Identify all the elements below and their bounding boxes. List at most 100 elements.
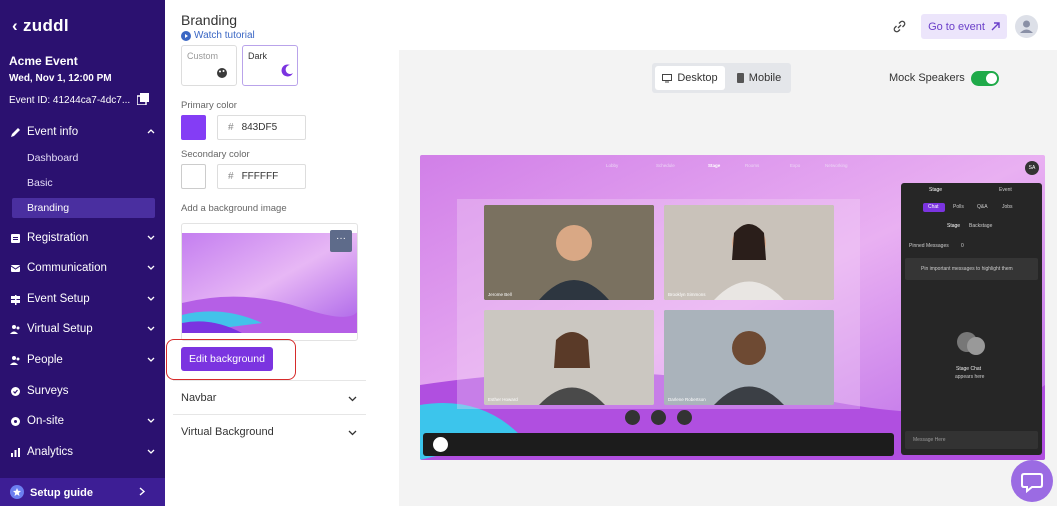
stage-nav-rooms[interactable]: Rooms — [745, 163, 759, 168]
go-to-event-button[interactable]: Go to event — [921, 14, 1007, 39]
chat-tab-stage[interactable]: Stage — [929, 187, 942, 193]
volume-icon[interactable] — [433, 437, 448, 452]
speaker-name: Darlene Robertson — [668, 397, 706, 402]
stage-chat-panel: Stage Event Chat Polls Q&A Jobs Stage Ba… — [901, 183, 1042, 455]
chevron-right-icon — [139, 487, 146, 496]
pinned-messages-label: Pinned Messages — [909, 243, 949, 249]
accordion-navbar[interactable]: Navbar — [173, 380, 366, 414]
branding-panel: Branding Watch tutorial Custom Dark Prim… — [165, 0, 399, 506]
chat-filter-backstage[interactable]: Backstage — [969, 223, 992, 229]
sidebar-item-label: Registration — [27, 232, 89, 244]
speaker-tile: Brooklyn Simmons — [664, 205, 834, 300]
chat-tab-event[interactable]: Event — [999, 187, 1012, 193]
chat-subtab-qa[interactable]: Q&A — [977, 204, 988, 210]
arrow-up-right-icon — [991, 22, 1000, 31]
theme-option-custom[interactable]: Custom — [181, 45, 237, 86]
stage-chat-title: Stage Chat — [956, 366, 982, 372]
stage-nav-stage[interactable]: Stage — [708, 163, 720, 168]
event-id: Event ID: 41244ca7-4dc7... — [9, 95, 131, 106]
chat-subtab-jobs[interactable]: Jobs — [1002, 204, 1013, 210]
mock-speakers-label: Mock Speakers — [889, 72, 965, 84]
sidebar-subitem-basic[interactable]: Basic — [27, 177, 53, 189]
primary-color-label: Primary color — [181, 100, 237, 111]
zuddl-logo[interactable]: ‹ zuddl — [12, 16, 69, 36]
primary-color-input[interactable]: # 843DF5 — [217, 115, 306, 140]
speaker-silhouette — [484, 205, 654, 300]
stage-chat-subtitle: appears here — [955, 374, 985, 380]
background-image-preview[interactable]: ··· — [181, 223, 358, 341]
chevron-down-icon — [348, 396, 357, 402]
secondary-color-swatch[interactable] — [181, 164, 206, 189]
mic-off-button[interactable] — [625, 410, 640, 425]
speaker-name: Brooklyn Simmons — [668, 292, 706, 297]
secondary-color-value: FFFFFF — [241, 171, 279, 182]
more-options-button[interactable]: ··· — [330, 230, 352, 252]
monitor-icon — [662, 73, 673, 82]
sidebar-subitem-dashboard[interactable]: Dashboard — [27, 152, 78, 164]
sidebar-item-label: Communication — [27, 262, 107, 274]
speaker-tile: Esther Howard — [484, 310, 654, 405]
message-placeholder: Message Here — [913, 437, 946, 443]
setup-guide-button[interactable]: Setup guide — [0, 478, 165, 506]
help-chat-button[interactable] — [1011, 460, 1053, 502]
sidebar-item-event-setup[interactable]: Event Setup — [0, 288, 165, 312]
avatar[interactable] — [1015, 15, 1038, 38]
sidebar-item-surveys[interactable]: Surveys — [0, 380, 165, 404]
speaker-tile: Darlene Robertson — [664, 310, 834, 405]
chevron-down-icon — [147, 326, 155, 331]
secondary-color-input[interactable]: # FFFFFF — [217, 164, 306, 189]
secondary-color-label: Secondary color — [181, 149, 250, 160]
sidebar-item-registration[interactable]: Registration — [0, 227, 165, 251]
chat-filter-stage[interactable]: Stage — [947, 223, 960, 229]
camera-off-button[interactable] — [651, 410, 666, 425]
theme-label: Custom — [187, 51, 219, 61]
edit-background-button[interactable]: Edit background — [181, 347, 273, 371]
theme-label: Dark — [248, 51, 268, 61]
chevron-down-icon — [147, 235, 155, 240]
sidebar: ‹ zuddl Acme Event Wed, Nov 1, 12:00 PM … — [0, 0, 165, 506]
registration-icon — [11, 234, 20, 243]
speaker-silhouette — [664, 205, 834, 300]
people-icon — [10, 356, 20, 365]
link-icon[interactable] — [893, 20, 906, 33]
background-image-label: Add a background image — [181, 203, 287, 214]
speaker-silhouette — [484, 310, 654, 405]
accordion-virtual-background[interactable]: Virtual Background — [173, 414, 366, 448]
stage-nav-networking[interactable]: Networking — [825, 163, 848, 168]
sidebar-item-virtual-setup[interactable]: Virtual Setup — [0, 318, 165, 342]
theme-option-dark[interactable]: Dark — [242, 45, 298, 86]
sidebar-item-people[interactable]: People — [0, 349, 165, 373]
desktop-label: Desktop — [677, 72, 718, 84]
survey-icon — [11, 387, 20, 396]
stage-nav-schedule[interactable]: Schedule — [656, 163, 675, 168]
speaker-name: Jerome Bell — [488, 292, 512, 297]
stage-nav-lobby[interactable]: Lobby — [606, 163, 618, 168]
device-toggle: Desktop Mobile — [652, 63, 791, 93]
speaker-tile: Jerome Bell — [484, 205, 654, 300]
stage-user-avatar[interactable]: SA — [1025, 161, 1039, 175]
page-title: Branding — [181, 12, 238, 28]
mobile-button[interactable]: Mobile — [730, 66, 788, 90]
primary-color-swatch[interactable] — [181, 115, 206, 140]
event-date: Wed, Nov 1, 12:00 PM — [9, 73, 112, 84]
mock-speakers-toggle[interactable] — [971, 71, 999, 86]
watch-tutorial-link[interactable]: Watch tutorial — [181, 30, 255, 41]
screen-share-button[interactable] — [677, 410, 692, 425]
desktop-button[interactable]: Desktop — [655, 66, 725, 90]
sidebar-item-label: Surveys — [27, 385, 69, 397]
stage-nav-expo[interactable]: Expo — [790, 163, 800, 168]
speaker-silhouette — [664, 310, 834, 405]
chat-subtab-chat[interactable]: Chat — [928, 204, 939, 210]
sidebar-item-communication[interactable]: Communication — [0, 257, 165, 281]
bar-chart-icon — [11, 448, 20, 457]
sidebar-item-analytics[interactable]: Analytics — [0, 441, 165, 465]
event-name: Acme Event — [9, 54, 78, 68]
sidebar-item-event-info[interactable]: Event info — [0, 121, 165, 145]
chat-subtab-polls[interactable]: Polls — [953, 204, 964, 210]
copy-icon[interactable] — [137, 93, 149, 105]
chat-icon — [1021, 473, 1043, 494]
speaker-name: Esther Howard — [488, 397, 518, 402]
sidebar-item-on-site[interactable]: On-site — [0, 410, 165, 434]
back-chevron-icon[interactable]: ‹ — [12, 16, 23, 35]
sidebar-subitem-branding[interactable]: Branding — [27, 202, 69, 214]
